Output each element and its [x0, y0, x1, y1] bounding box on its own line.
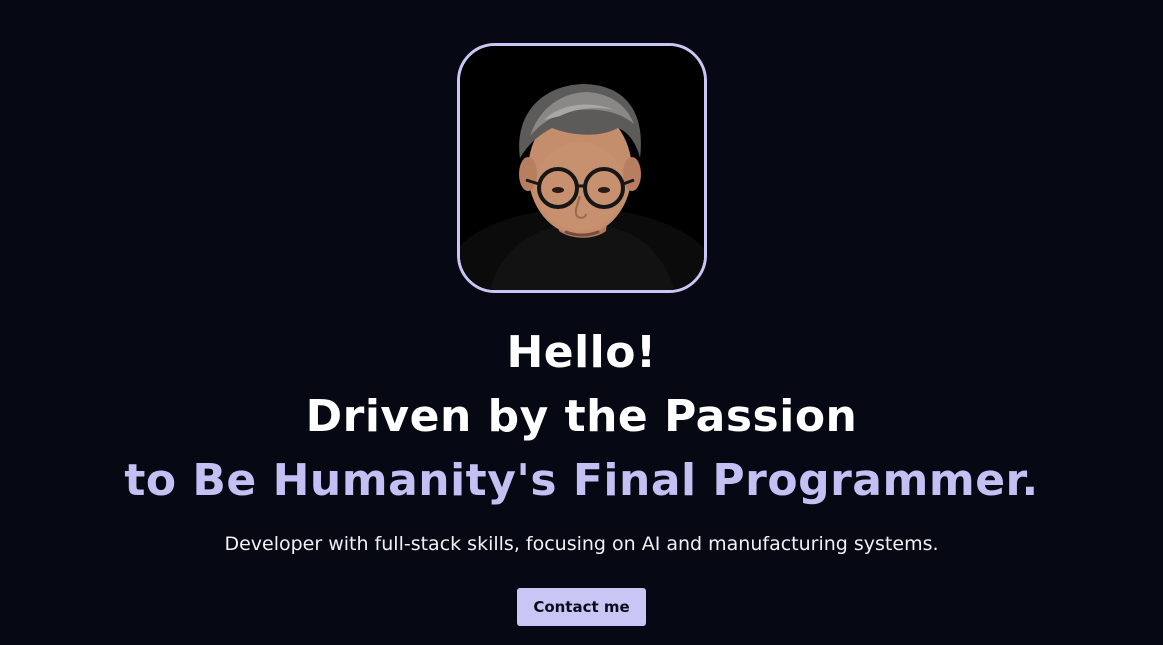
headline-passion: Driven by the Passion	[305, 391, 858, 442]
greeting-heading: Hello!	[506, 327, 657, 378]
profile-portrait-image	[459, 46, 704, 290]
profile-avatar	[456, 43, 707, 293]
hero-subtitle: Developer with full-stack skills, focusi…	[224, 533, 939, 555]
headline-final-programmer: to Be Humanity's Final Programmer.	[124, 455, 1039, 506]
hero-section: Hello! Driven by the Passion to Be Human…	[0, 0, 1163, 645]
contact-me-button[interactable]: Contact me	[517, 588, 646, 626]
